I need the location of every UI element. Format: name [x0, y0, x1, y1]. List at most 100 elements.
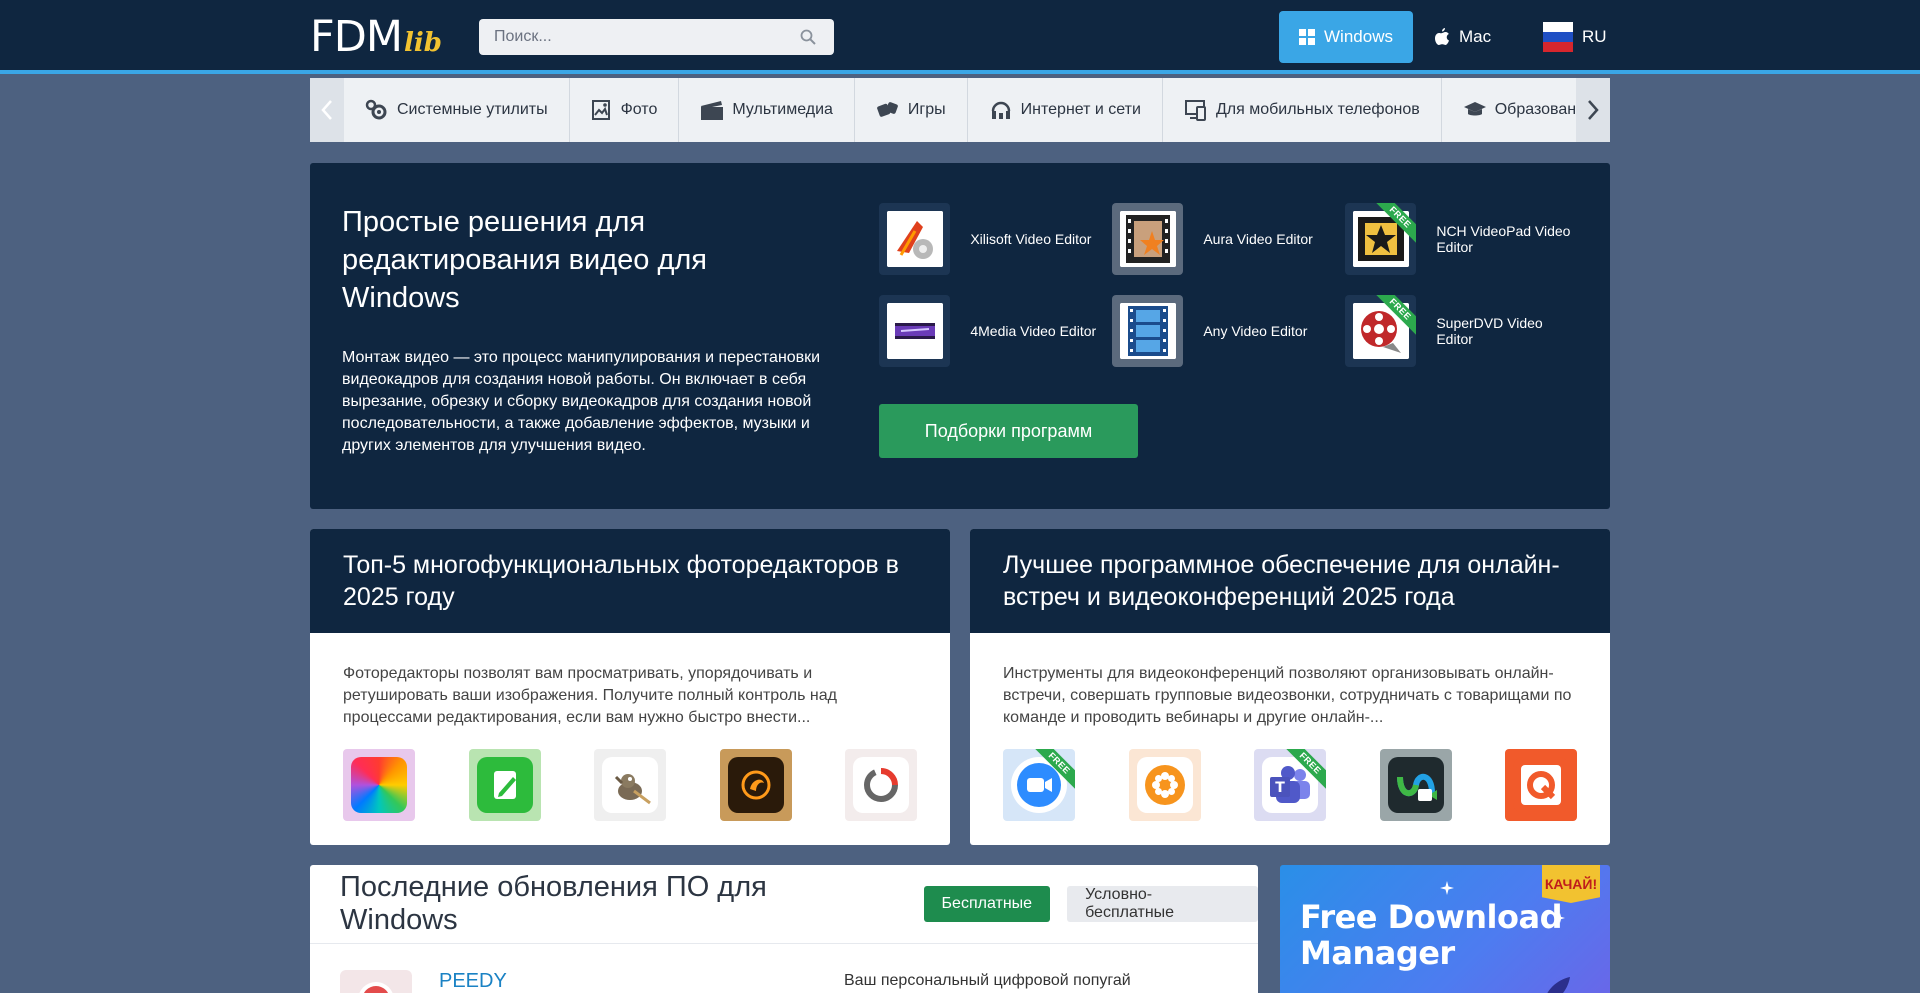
list-item[interactable]: PEEDY Ваш персональный цифровой попугай [340, 970, 1240, 993]
any-video-filmstrip-icon [1119, 303, 1176, 359]
windows-icon [1299, 29, 1316, 45]
category-list: Системные утилиты Фото Мультимедиа Игры … [344, 78, 1610, 142]
app-tile[interactable]: FREE [1003, 749, 1075, 821]
free-badge: FREE [1286, 749, 1326, 789]
app-thumbnail [1112, 203, 1184, 275]
sparkle-icon [1440, 881, 1454, 895]
hero-title[interactable]: Простые решения для редактирования видео… [342, 203, 772, 317]
app-name: Xilisoft Video Editor [970, 231, 1092, 247]
free-badge: FREE [1376, 295, 1417, 335]
app-name: 4Media Video Editor [970, 323, 1097, 339]
category-label: Игры [907, 101, 946, 118]
network-icon [989, 99, 1013, 121]
search-icon[interactable] [800, 29, 816, 45]
photo-director-icon [727, 757, 784, 813]
app-name-link[interactable]: PEEDY [439, 970, 507, 993]
app-4media-video-editor[interactable]: 4Media Video Editor [879, 295, 1109, 367]
flower-icon [1136, 757, 1193, 813]
app-thumbnail [879, 295, 951, 367]
app-xilisoft-video-editor[interactable]: Xilisoft Video Editor [879, 203, 1109, 275]
card-title[interactable]: Лучшее программное обеспечение для онлай… [1003, 549, 1577, 613]
app-tile[interactable] [719, 749, 792, 821]
logo-text: FDM [310, 12, 403, 62]
app-aura-video-editor[interactable]: Aura Video Editor [1112, 203, 1342, 275]
language-label: RU [1582, 27, 1607, 46]
app-thumbnail: FREE [1345, 203, 1417, 275]
app-name: Any Video Editor [1203, 323, 1308, 339]
4media-film-icon [886, 303, 943, 359]
ad-title: Free Download Manager [1300, 898, 1562, 972]
app-any-video-editor[interactable]: Any Video Editor [1112, 295, 1342, 367]
search-box [479, 19, 834, 55]
chevron-left-icon [321, 100, 332, 120]
rocket-icon [1547, 977, 1570, 993]
fdm-advertisement[interactable]: Free Download Manager КАЧАЙ! [1280, 865, 1610, 993]
app-tile[interactable] [594, 749, 666, 821]
windows-os-button[interactable]: Windows [1279, 11, 1413, 63]
hero-description: Монтаж видео — это процесс манипулирован… [342, 349, 821, 454]
dice-icon [876, 99, 900, 121]
search-input[interactable] [479, 19, 779, 55]
category-label: Для мобильных телефонов [1215, 101, 1420, 118]
app-nch-videopad[interactable]: FREE NCH VideoPad Video Editor [1345, 203, 1575, 275]
app-thumbnail [1112, 295, 1184, 367]
ad-badge: КАЧАЙ! [1542, 865, 1600, 903]
category-internet[interactable]: Интернет и сети [968, 78, 1163, 142]
apple-icon [1434, 28, 1450, 46]
program-collections-button[interactable]: Подборки программ [879, 404, 1138, 458]
category-system-utilities[interactable]: Системные утилиты [344, 78, 570, 142]
updates-title: Последние обновления ПО для Windows [340, 871, 767, 936]
video-conferencing-card: Лучшее программное обеспечение для онлай… [970, 529, 1610, 845]
app-tile[interactable] [1505, 749, 1577, 821]
category-multimedia[interactable]: Мультимедиа [679, 78, 855, 142]
app-description: Ваш персональный цифровой попугай [844, 972, 1131, 989]
category-photo[interactable]: Фото [570, 78, 680, 142]
latest-updates-section: Последние обновления ПО для Windows Бесп… [310, 865, 1258, 993]
mac-os-button[interactable]: Mac [1430, 11, 1510, 63]
category-scroll-left-button[interactable] [310, 78, 344, 142]
category-mobile[interactable]: Для мобильных телефонов [1163, 78, 1442, 142]
language-selector[interactable]: RU [1543, 11, 1623, 63]
tab-free[interactable]: Бесплатные [923, 886, 1051, 922]
app-tile[interactable] [1128, 749, 1201, 821]
app-superdvd-video-editor[interactable]: FREE SuperDVD Video Editor [1345, 295, 1575, 367]
category-scroll-right-button[interactable] [1576, 78, 1610, 142]
webex-icon [1387, 757, 1444, 813]
card-header: Лучшее программное обеспечение для онлай… [970, 529, 1610, 633]
app-name: NCH VideoPad Video Editor [1436, 223, 1571, 255]
category-games[interactable]: Игры [855, 78, 968, 142]
app-thumbnail: FREE [1345, 295, 1417, 367]
site-logo[interactable]: FDM lib [310, 14, 442, 60]
photo-editors-card: Топ-5 многофункциональных фоторедакторов… [310, 529, 950, 845]
category-label: Мультимедиа [732, 101, 833, 118]
russia-flag-icon [1543, 22, 1573, 52]
hero-section: Простые решения для редактирования видео… [310, 163, 1610, 509]
mac-label: Mac [1459, 27, 1492, 46]
logo-suffix: lib [403, 28, 442, 58]
aura-film-star-icon [1119, 211, 1176, 267]
free-badge: FREE [1035, 749, 1075, 789]
clapperboard-icon [700, 99, 724, 121]
category-label: Интернет и сети [1020, 101, 1141, 118]
card-description: Фоторедакторы позволят вам просматривать… [343, 665, 837, 726]
app-tile[interactable] [468, 749, 541, 821]
category-bar: Системные утилиты Фото Мультимедиа Игры … [310, 78, 1610, 142]
app-tile[interactable] [1379, 749, 1452, 821]
app-tile[interactable]: T FREE [1254, 749, 1326, 821]
xilisoft-icon [886, 211, 943, 267]
card-title[interactable]: Топ-5 многофункциональных фоторедакторов… [343, 549, 917, 613]
windows-label: Windows [1324, 27, 1393, 46]
gears-icon [365, 99, 389, 121]
mobile-icon [1184, 99, 1208, 121]
app-tile[interactable] [343, 749, 415, 821]
photoscape-icon [853, 757, 909, 813]
category-label: Системные утилиты [397, 101, 548, 118]
app-name: SuperDVD Video Editor [1436, 315, 1543, 347]
chevron-right-icon [1588, 100, 1599, 120]
photo-icon [591, 99, 613, 121]
category-label: Фото [620, 101, 658, 118]
peedy-parrot-icon [340, 970, 412, 993]
graduation-cap-icon [1463, 99, 1487, 121]
tab-shareware[interactable]: Условно-бесплатные [1067, 886, 1258, 922]
app-tile[interactable] [845, 749, 917, 821]
